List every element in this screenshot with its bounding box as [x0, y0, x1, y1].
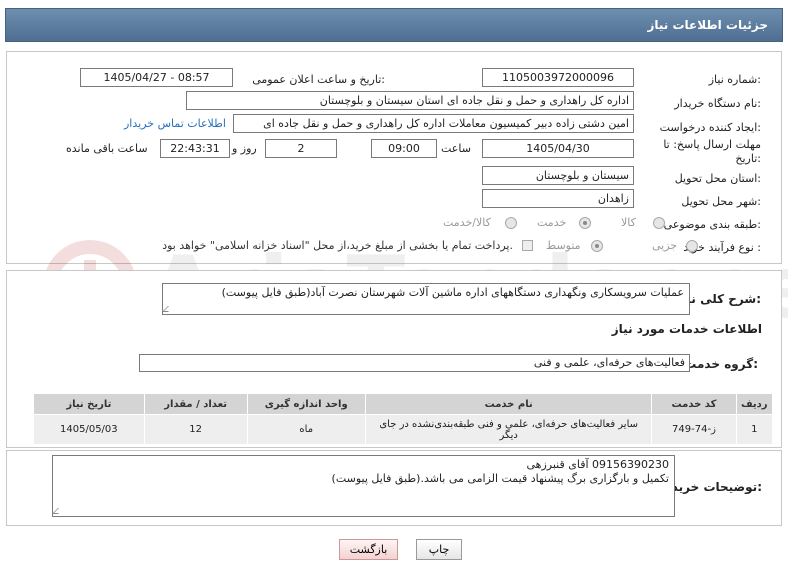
treasury-payment-note: پرداخت تمام یا بخشی از مبلغ خرید،از محل …	[162, 239, 513, 252]
buyer-notes-textarea[interactable]: 09156390230 آقای قنبرزهی تکمیل و بارگزار…	[52, 455, 675, 517]
buyer-contact-link[interactable]: اطلاعات تماس خریدار	[124, 117, 226, 130]
print-button[interactable]: چاپ	[416, 539, 462, 560]
col-name: نام خدمت	[364, 393, 653, 415]
buyer-notes-line1: 09156390230 آقای قنبرزهی	[526, 458, 669, 471]
need-description-textarea[interactable]: عملیات سرویسکاری ونگهداری دستگاههای ادار…	[162, 283, 690, 315]
cell-code: ز-74-749	[651, 414, 737, 445]
purchase-medium-radio[interactable]	[591, 240, 603, 252]
need-number-field[interactable]: 1105003972000096	[482, 68, 634, 87]
cell-qty: 12	[143, 414, 248, 445]
remaining-time-field[interactable]: 22:43:31	[160, 139, 230, 158]
col-code: کد خدمت	[651, 393, 737, 415]
category-service-radio[interactable]	[579, 217, 591, 229]
category-goods-service-radio[interactable]	[505, 217, 517, 229]
service-group-label: گروه خدمت:	[684, 357, 758, 371]
category-service-label: خدمت	[537, 216, 567, 229]
treasury-payment-checkbox[interactable]	[522, 240, 533, 251]
buyer-notes-line2: تکمیل و بارگزاری برگ پیشنهاد قیمت الزامی…	[331, 472, 669, 485]
services-table: ردیف کد خدمت نام خدمت واحد اندازه گیری ت…	[33, 393, 773, 445]
col-row: ردیف	[735, 393, 773, 415]
resize-grip-icon[interactable]	[162, 306, 174, 312]
table-row[interactable]: 1 ز-74-749 سایر فعالیت‌های حرفه‌ای، علمی…	[33, 414, 773, 445]
cell-date: 1405/05/03	[33, 414, 145, 445]
table-header-row: ردیف کد خدمت نام خدمت واحد اندازه گیری ت…	[33, 393, 773, 415]
requester-label: ایجاد کننده درخواست:	[659, 121, 761, 134]
announce-datetime-field[interactable]: 1405/04/27 - 08:57	[80, 68, 233, 87]
services-section-title: اطلاعات خدمات مورد نیاز	[611, 322, 762, 336]
page-title: جزئیات اطلاعات نیاز	[647, 18, 768, 32]
delivery-province-label: استان محل تحویل:	[674, 172, 761, 185]
deadline-date-field[interactable]: 1405/04/30	[482, 139, 634, 158]
requester-field[interactable]: امین دشتی زاده دبیر کمیسیون معاملات ادار…	[233, 114, 634, 133]
cell-name: سایر فعالیت‌های حرفه‌ای، علمی و فنی طبقه…	[364, 414, 653, 445]
need-description-text: عملیات سرویسکاری ونگهداری دستگاههای ادار…	[221, 286, 684, 299]
back-button[interactable]: بازگشت	[339, 539, 398, 560]
delivery-province-field[interactable]: سیستان و بلوچستان	[482, 166, 634, 185]
cell-row: 1	[735, 414, 773, 445]
need-number-label: شماره نیاز:	[708, 73, 761, 86]
resize-grip-icon[interactable]	[52, 508, 64, 514]
purchase-medium-label: متوسط	[546, 239, 581, 252]
delivery-city-field[interactable]: زاهدان	[482, 189, 634, 208]
deadline-label-line1: مهلت ارسال پاسخ: تا	[663, 138, 761, 151]
deadline-label-line2: تاریخ:	[735, 152, 761, 165]
col-qty: تعداد / مقدار	[143, 393, 248, 415]
deadline-days-field[interactable]: 2	[265, 139, 337, 158]
purchase-partial-label: جزیی	[652, 239, 678, 252]
category-label: طبقه بندی موضوعی:	[663, 218, 761, 231]
cell-unit: ماه	[246, 414, 366, 445]
buyer-notes-label: توضیحات خریدار:	[660, 480, 762, 494]
delivery-city-label: شهر محل تحویل:	[681, 195, 761, 208]
buyer-org-label: نام دستگاه خریدار:	[674, 97, 761, 110]
remaining-time-label: ساعت باقی مانده	[66, 142, 148, 155]
deadline-days-label: روز و	[232, 142, 257, 155]
col-unit: واحد اندازه گیری	[246, 393, 366, 415]
category-goods-radio[interactable]	[653, 217, 665, 229]
category-goods-service-label: کالا/خدمت	[443, 216, 491, 229]
deadline-time-label: ساعت	[441, 142, 471, 155]
deadline-time-field[interactable]: 09:00	[371, 139, 437, 158]
col-date: تاریخ نیاز	[33, 393, 145, 415]
category-goods-label: کالا	[621, 216, 636, 229]
purchase-partial-radio[interactable]	[686, 240, 698, 252]
buyer-org-field[interactable]: اداره کل راهداری و حمل و نقل جاده ای است…	[186, 91, 634, 110]
service-group-field[interactable]: فعالیت‌های حرفه‌ای، علمی و فنی	[139, 354, 690, 372]
page-header: جزئیات اطلاعات نیاز	[5, 8, 783, 42]
announce-datetime-label: تاریخ و ساعت اعلان عمومی:	[252, 73, 385, 86]
